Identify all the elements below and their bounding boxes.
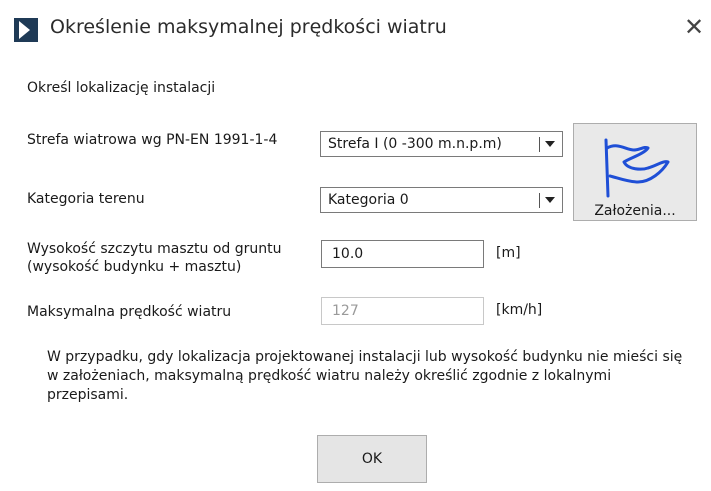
- dropdown-separator: [539, 193, 540, 208]
- assumptions-label: Założenia...: [594, 203, 676, 219]
- window-title: Określenie maksymalnej prędkości wiatru: [50, 16, 447, 38]
- assumptions-button[interactable]: Założenia...: [573, 123, 697, 221]
- height-label-line2: (wysokość budynku + masztu): [27, 259, 242, 275]
- ok-button[interactable]: OK: [317, 435, 427, 483]
- terrain-dropdown[interactable]: Kategoria 0: [320, 187, 563, 213]
- max-speed-field: 127: [321, 297, 484, 325]
- wind-zone-dropdown[interactable]: Strefa I (0 -300 m.n.p.m): [320, 131, 563, 157]
- max-speed-label: Maksymalna prędkość wiatru: [27, 304, 232, 320]
- terrain-label: Kategoria terenu: [27, 191, 145, 207]
- location-heading: Określ lokalizację instalacji: [27, 80, 216, 96]
- chevron-down-icon[interactable]: [545, 141, 555, 147]
- info-note: W przypadku, gdy lokalizacja projektowan…: [47, 349, 683, 403]
- title-bar: Określenie maksymalnej prędkości wiatru …: [0, 0, 711, 48]
- chevron-down-icon[interactable]: [545, 197, 555, 203]
- dialog-app-icon: [14, 18, 38, 42]
- wind-zone-label: Strefa wiatrowa wg PN-EN 1991-1-4: [27, 132, 278, 148]
- wind-zone-selected: Strefa I (0 -300 m.n.p.m): [328, 136, 502, 152]
- height-label-line1: Wysokość szczytu masztu od gruntu: [27, 241, 282, 257]
- flag-icon: [604, 138, 670, 198]
- max-speed-unit: [km/h]: [496, 302, 543, 318]
- height-unit: [m]: [496, 245, 521, 261]
- close-icon[interactable]: ✕: [680, 14, 708, 42]
- dropdown-separator: [539, 137, 540, 152]
- terrain-selected: Kategoria 0: [328, 192, 409, 208]
- height-input[interactable]: 10.0: [321, 240, 484, 268]
